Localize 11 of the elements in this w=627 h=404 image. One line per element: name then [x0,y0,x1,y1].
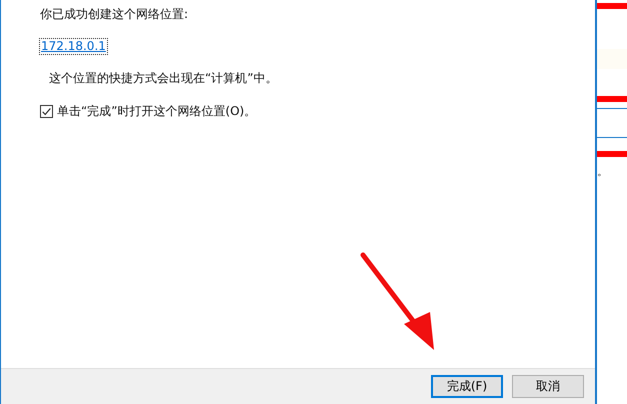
open-checkbox[interactable] [40,105,53,118]
highlight-bar [597,151,627,157]
info-text: 这个位置的快捷方式会出现在“计算机”中。 [49,70,278,87]
highlight-bar [597,96,627,102]
open-option-label: 单击“完成”时打开这个网络位置(O)。 [57,103,256,120]
cancel-button[interactable]: 取消 [512,375,584,398]
location-link[interactable]: 172.18.0.1 [40,39,107,54]
finish-button[interactable]: 完成(F) [431,375,503,398]
highlight-bar [597,3,627,9]
background-text: 。 [597,164,608,179]
dialog-heading: 你已成功创建这个网络位置: [40,6,190,23]
